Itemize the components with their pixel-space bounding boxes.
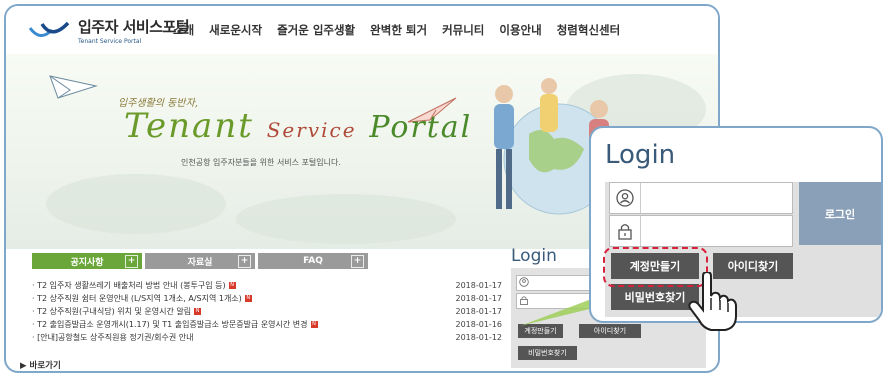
notice-date: 2018-01-17 [455,281,503,290]
notice-date: 2018-01-17 [455,307,503,316]
small-login-title: Login [511,246,557,266]
tab-faq-label: FAQ [303,256,323,266]
list-item[interactable]: · T2 상주직원(구내식당) 위치 및 운영시간 알림 N 2018-01-17 [32,305,502,318]
hero-brand-title: Tenant Service Portal [124,106,472,146]
new-badge: N [228,282,236,289]
logo-subtitle: Tenant Service Portal [78,38,142,45]
tab-notices[interactable]: 공지사항 + [32,253,142,269]
brand-word-service: Service [266,118,357,142]
notice-title[interactable]: · T2 출입증발급소 운영개시(1.17) 및 T1 출입증발급소 방문증발급… [32,320,308,329]
user-icon [519,277,529,287]
notice-date: 2018-01-12 [455,333,503,342]
nav-item-living[interactable]: 즐거운 입주생활 [277,22,355,38]
plus-icon[interactable]: + [125,255,138,268]
nav-item-new-start[interactable]: 새로운시작 [209,22,262,38]
shortcut-link[interactable]: ▶ 바로가기 [20,359,61,371]
tab-notices-label: 공지사항 [70,257,104,268]
brand-word-portal: Portal [369,110,473,145]
list-item[interactable]: · T2 상주직원 쉼터 운영안내 (L/S지역 1개소, A/S지역 1개소)… [32,292,502,305]
find-password-button[interactable]: 비밀번호찾기 [611,284,699,310]
nav-item-integrity-center[interactable]: 청렴혁신센터 [557,22,620,38]
new-badge: N [244,295,252,302]
id-field[interactable] [609,182,793,214]
tab-library[interactable]: 자료실 + [145,253,255,269]
nav-item-community[interactable]: 커뮤니티 [442,22,484,38]
new-badge: N [194,308,202,315]
small-find-password-button[interactable]: 비밀번호찾기 [518,346,577,360]
cloud-decoration [46,174,226,234]
notice-list: · T2 입주자 생활쓰레기 배출처리 방법 안내 (봉투구입 등) N 2018… [32,279,502,344]
notice-title[interactable]: · T2 상주직원 쉼터 운영안내 (L/S지역 1개소, A/S지역 1개소) [32,294,242,303]
tab-library-label: 자료실 [187,257,213,268]
list-item[interactable]: · T2 입주자 생활쓰레기 배출처리 방법 안내 (봉투구입 등) N 2018… [32,279,502,292]
notice-title[interactable]: · T2 입주자 생활쓰레기 배출처리 방법 안내 (봉투구입 등) [32,281,226,290]
tab-faq[interactable]: FAQ + [258,253,368,269]
popup-login-title: Login [605,140,676,170]
site-logo[interactable]: 입주자 서비스포털 Tenant Service Portal [28,16,190,45]
hero-subtitle: 인천공항 입주자분들을 위한 서비스 포털입니다. [181,158,341,167]
header: 입주자 서비스포털 Tenant Service Portal 소개 새로운시작… [6,6,718,54]
plus-icon[interactable]: + [351,255,364,268]
notice-title[interactable]: · [안내]공항철도 상주직원용 정기권/회수권 안내 [32,333,194,342]
user-icon [616,189,634,207]
password-field[interactable] [609,215,793,247]
main-nav: 소개 새로운시작 즐거운 입주생활 완벽한 퇴거 커뮤니티 이용안내 청렴혁신센… [173,22,620,38]
logo-swoosh-icon [28,21,70,37]
cloud-decoration [236,194,456,244]
list-item[interactable]: · [안내]공항철도 상주직원용 정기권/회수권 안내 2018-01-12 [32,331,502,344]
nav-item-guide[interactable]: 이용안내 [499,22,541,38]
login-button[interactable]: 로그인 [799,182,881,245]
list-item[interactable]: · T2 출입증발급소 운영개시(1.17) 및 T1 출입증발급소 방문증발급… [32,318,502,331]
small-login-heading: Login [511,246,557,266]
nav-item-intro[interactable]: 소개 [173,22,194,38]
board-tabs: 공지사항 + 자료실 + FAQ + [32,253,368,269]
plus-icon[interactable]: + [238,255,251,268]
nav-item-moveout[interactable]: 완벽한 퇴거 [370,22,427,38]
lock-icon [618,224,632,240]
brand-word-tenant: Tenant [124,106,254,146]
paper-plane-icon [49,75,98,99]
notice-title[interactable]: · T2 상주직원(구내식당) 위치 및 운영시간 알림 [32,307,191,316]
notice-date: 2018-01-17 [455,294,503,303]
new-badge: N [310,321,318,328]
hand-cursor-icon [688,272,737,331]
notice-date: 2018-01-16 [455,320,503,329]
